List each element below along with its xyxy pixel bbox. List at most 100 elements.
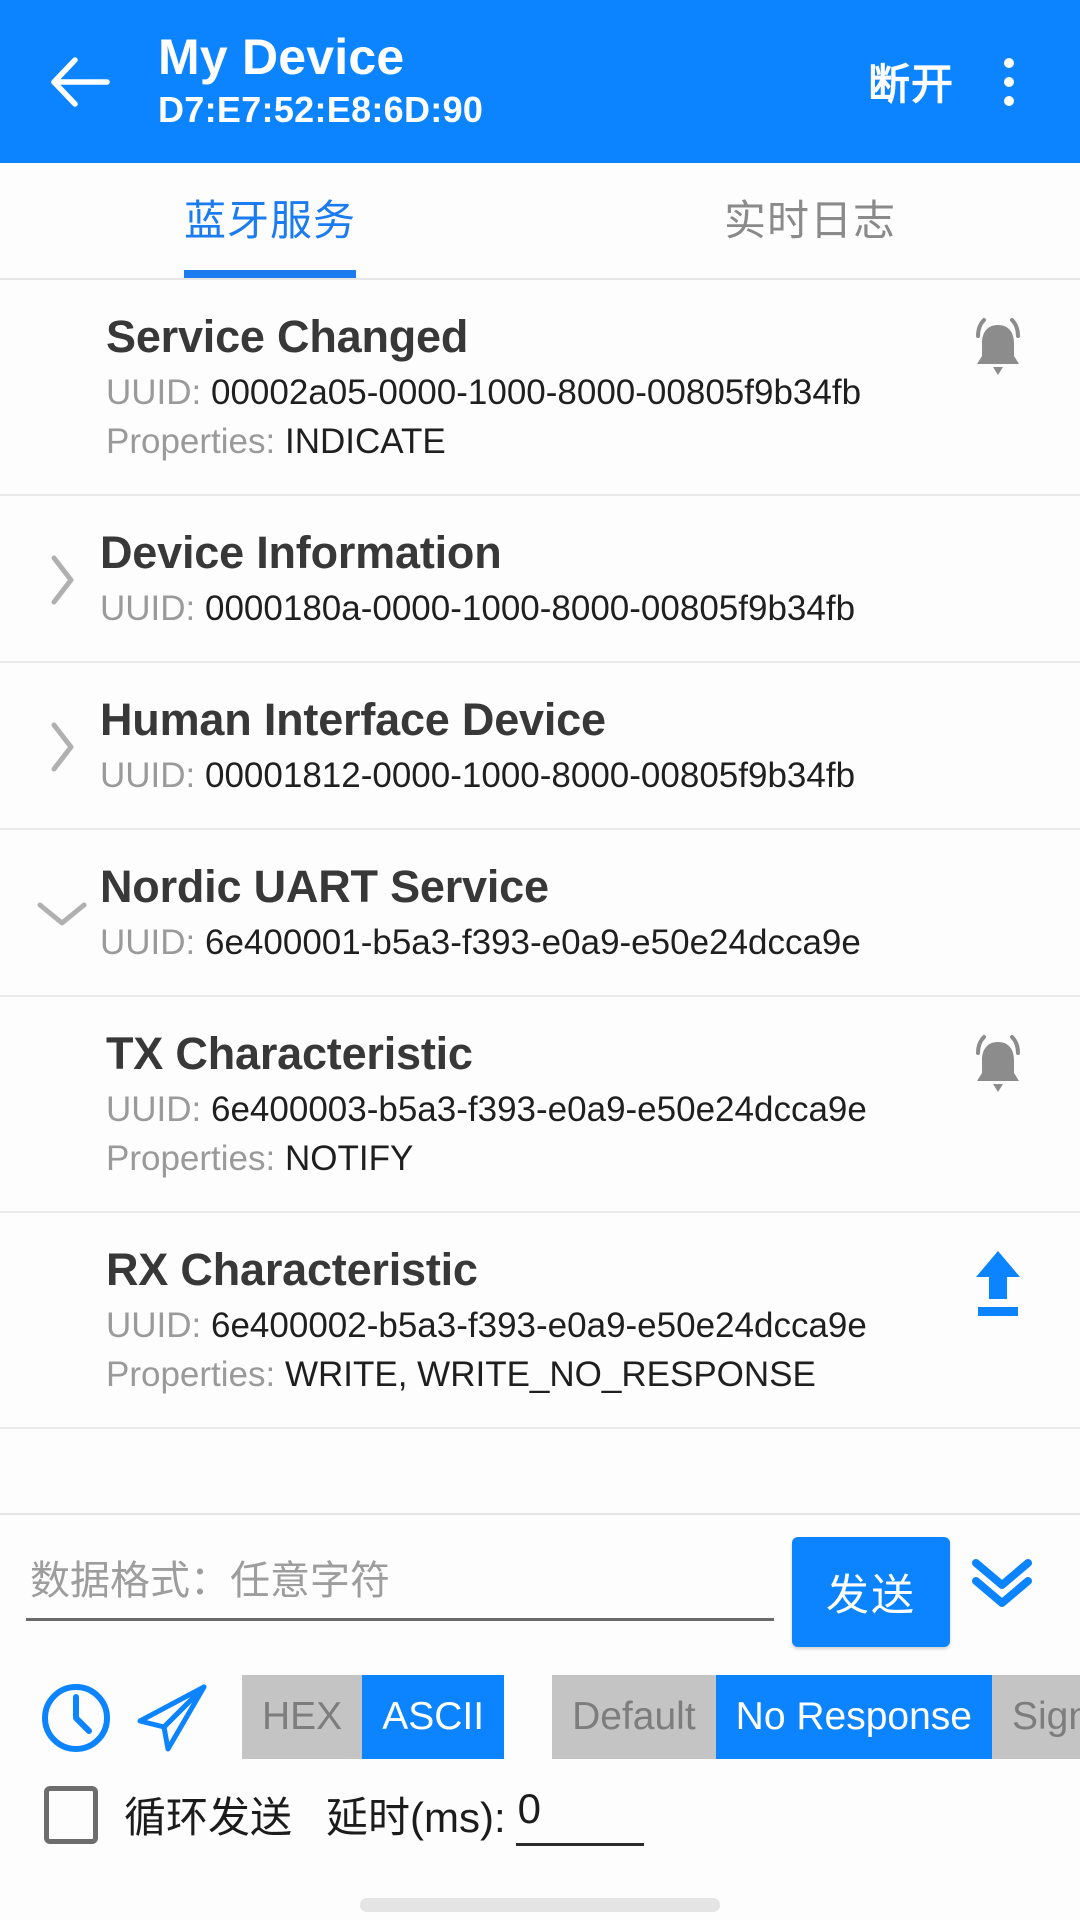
list-item[interactable]: RX Characteristic UUID: 6e400002-b5a3-f3… bbox=[0, 1213, 1080, 1429]
system-nav-area bbox=[0, 1846, 1080, 1920]
app-bar-titles: My Device D7:E7:52:E8:6D:90 bbox=[128, 27, 856, 137]
service-uuid: UUID: 00001812-0000-1000-8000-00805f9b34… bbox=[100, 751, 1046, 800]
characteristic-uuid: UUID: 6e400003-b5a3-f393-e0a9-e50e24dcca… bbox=[106, 1085, 950, 1134]
send-button[interactable]: 发送 bbox=[792, 1537, 950, 1647]
chevron-down-icon bbox=[37, 902, 87, 925]
characteristic-name: RX Characteristic bbox=[106, 1244, 478, 1295]
expand-collapse-toggle[interactable] bbox=[34, 719, 90, 775]
list-item-body: RX Characteristic UUID: 6e400002-b5a3-f3… bbox=[106, 1239, 950, 1399]
properties-label: Properties: bbox=[106, 422, 285, 461]
service-name: Human Interface Device bbox=[100, 694, 606, 745]
list-item[interactable]: Nordic UART Service UUID: 6e400001-b5a3-… bbox=[0, 830, 1080, 997]
uuid-label: UUID: bbox=[100, 756, 205, 795]
segment-ascii[interactable]: ASCII bbox=[362, 1675, 505, 1759]
chevron-right-icon bbox=[51, 722, 74, 771]
tab-active-indicator bbox=[184, 270, 356, 278]
bluetooth-device-screen: My Device D7:E7:52:E8:6D:90 断开 蓝牙服务 实时日志… bbox=[0, 0, 1080, 1920]
disconnect-button[interactable]: 断开 bbox=[856, 35, 966, 128]
uuid-label: UUID: bbox=[100, 589, 205, 628]
send-bar: 发送 bbox=[0, 1513, 1080, 1647]
tab-label: 蓝牙服务 bbox=[183, 197, 356, 244]
uuid-value: 6e400002-b5a3-f393-e0a9-e50e24dcca9e bbox=[211, 1306, 867, 1345]
data-input[interactable] bbox=[26, 1549, 774, 1621]
data-input-wrapper bbox=[26, 1537, 774, 1621]
uuid-label: UUID: bbox=[106, 1090, 211, 1129]
uuid-label: UUID: bbox=[106, 1306, 211, 1345]
characteristic-name: TX Characteristic bbox=[106, 1028, 473, 1079]
list-item-body: Nordic UART Service UUID: 6e400001-b5a3-… bbox=[100, 856, 1046, 967]
characteristic-properties: Properties: NOTIFY bbox=[106, 1134, 950, 1183]
characteristic-uuid: UUID: 00002a05-0000-1000-8000-00805f9b34… bbox=[106, 368, 950, 417]
tab-label: 实时日志 bbox=[723, 197, 896, 244]
write-button[interactable] bbox=[950, 1239, 1046, 1321]
uuid-label: UUID: bbox=[106, 373, 211, 412]
service-list[interactable]: Service Changed UUID: 00002a05-0000-1000… bbox=[0, 280, 1080, 1513]
loop-send-checkbox[interactable] bbox=[44, 1785, 98, 1844]
expand-collapse-toggle[interactable] bbox=[34, 552, 90, 608]
uuid-label: UUID: bbox=[100, 923, 205, 962]
service-name: Device Information bbox=[100, 527, 502, 578]
characteristic-properties: Properties: WRITE, WRITE_NO_RESPONSE bbox=[106, 1350, 950, 1399]
uuid-value: 00002a05-0000-1000-8000-00805f9b34fb bbox=[211, 373, 862, 412]
device-address: D7:E7:52:E8:6D:90 bbox=[158, 88, 484, 130]
more-vertical-icon-dot bbox=[1004, 57, 1014, 68]
uuid-value: 6e400003-b5a3-f393-e0a9-e50e24dcca9e bbox=[211, 1090, 867, 1129]
bell-ring-icon bbox=[976, 1035, 1020, 1092]
uuid-value: 0000180a-0000-1000-8000-00805f9b34fb bbox=[205, 589, 856, 628]
history-button[interactable] bbox=[28, 1669, 124, 1765]
paper-plane-icon bbox=[137, 1684, 207, 1752]
more-vertical-icon-dot bbox=[1004, 76, 1014, 87]
service-uuid: UUID: 6e400001-b5a3-f393-e0a9-e50e24dcca… bbox=[100, 918, 1046, 967]
bell-ring-icon bbox=[976, 318, 1020, 375]
segment-hex[interactable]: HEX bbox=[242, 1675, 363, 1759]
notify-toggle-button[interactable] bbox=[950, 1023, 1046, 1103]
write-type-segmented-control[interactable]: Default No Response Signed bbox=[552, 1675, 1080, 1759]
service-name: Nordic UART Service bbox=[100, 861, 549, 912]
delay-label: 延时(ms): bbox=[326, 1794, 506, 1841]
list-item-body: TX Characteristic UUID: 6e400003-b5a3-f3… bbox=[106, 1023, 950, 1183]
segment-signed[interactable]: Signed bbox=[991, 1675, 1080, 1759]
tab-realtime-log[interactable]: 实时日志 bbox=[540, 163, 1080, 278]
list-item-body: Human Interface Device UUID: 00001812-00… bbox=[100, 689, 1046, 800]
nav-gesture-handle[interactable] bbox=[360, 1898, 720, 1912]
send-options-bar: HEX ASCII Default No Response Signed bbox=[0, 1647, 1080, 1765]
properties-value: WRITE, WRITE_NO_RESPONSE bbox=[284, 1355, 816, 1394]
loop-send-label: 循环发送 bbox=[124, 1794, 293, 1841]
uuid-value: 00001812-0000-1000-8000-00805f9b34fb bbox=[205, 756, 856, 795]
data-format-segmented-control[interactable]: HEX ASCII bbox=[242, 1675, 505, 1759]
list-item[interactable]: TX Characteristic UUID: 6e400003-b5a3-f3… bbox=[0, 997, 1080, 1213]
notify-toggle-button[interactable] bbox=[950, 306, 1046, 386]
expand-panel-button[interactable] bbox=[950, 1537, 1054, 1615]
properties-label: Properties: bbox=[106, 1139, 285, 1178]
chevron-right-icon bbox=[51, 555, 74, 604]
properties-value: INDICATE bbox=[284, 422, 446, 461]
characteristic-properties: Properties: INDICATE bbox=[106, 417, 950, 466]
upload-icon bbox=[976, 1251, 1020, 1316]
segment-default[interactable]: Default bbox=[552, 1675, 716, 1759]
overflow-menu-button[interactable] bbox=[966, 34, 1052, 130]
back-button[interactable] bbox=[32, 34, 128, 130]
double-chevron-down-icon bbox=[972, 1559, 1032, 1607]
tab-bluetooth-services[interactable]: 蓝牙服务 bbox=[0, 163, 540, 278]
segment-no-response[interactable]: No Response bbox=[715, 1675, 992, 1759]
clock-icon bbox=[42, 1684, 110, 1752]
list-item[interactable]: Service Changed UUID: 00002a05-0000-1000… bbox=[0, 280, 1080, 496]
characteristic-name: Service Changed bbox=[106, 311, 469, 362]
service-uuid: UUID: 0000180a-0000-1000-8000-00805f9b34… bbox=[100, 584, 1046, 633]
quick-send-button[interactable] bbox=[124, 1669, 220, 1765]
tab-bar: 蓝牙服务 实时日志 bbox=[0, 163, 1080, 280]
properties-value: NOTIFY bbox=[284, 1139, 414, 1178]
app-bar: My Device D7:E7:52:E8:6D:90 断开 bbox=[0, 0, 1080, 163]
loop-send-row: 循环发送 延时(ms): bbox=[0, 1765, 1080, 1846]
properties-label: Properties: bbox=[106, 1355, 285, 1394]
more-vertical-icon-dot bbox=[1004, 95, 1014, 106]
uuid-value: 6e400001-b5a3-f393-e0a9-e50e24dcca9e bbox=[205, 923, 861, 962]
arrow-left-icon bbox=[51, 56, 110, 107]
delay-input[interactable] bbox=[515, 1783, 644, 1846]
expand-collapse-toggle[interactable] bbox=[34, 897, 90, 931]
characteristic-uuid: UUID: 6e400002-b5a3-f393-e0a9-e50e24dcca… bbox=[106, 1301, 950, 1350]
page-title: My Device bbox=[158, 28, 405, 85]
list-item[interactable]: Human Interface Device UUID: 00001812-00… bbox=[0, 663, 1080, 830]
list-item-body: Service Changed UUID: 00002a05-0000-1000… bbox=[106, 306, 950, 466]
list-item[interactable]: Device Information UUID: 0000180a-0000-1… bbox=[0, 496, 1080, 663]
